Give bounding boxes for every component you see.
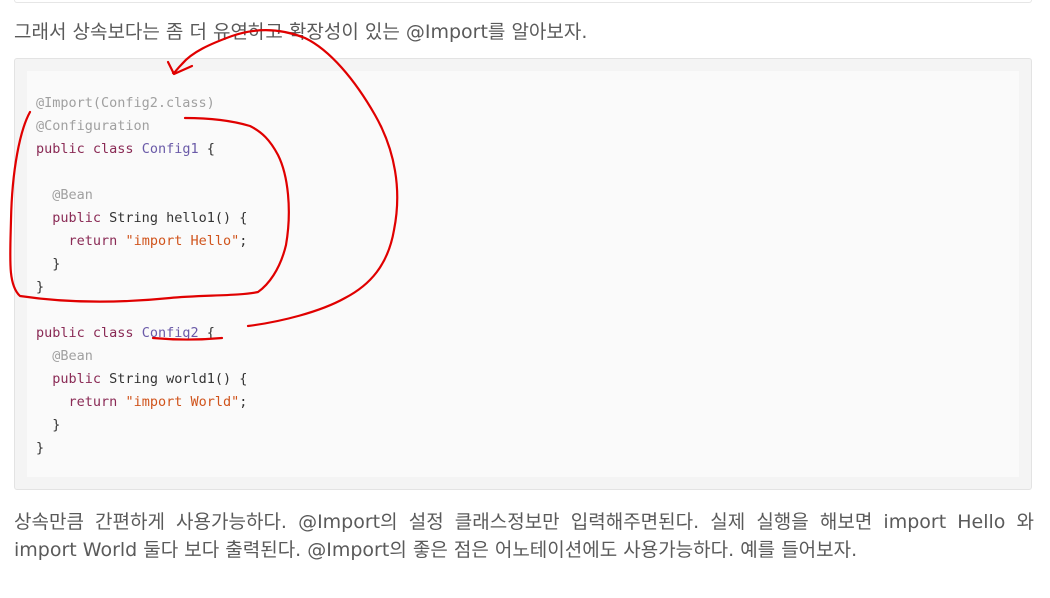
code-line-1: @Import(Config2.class) (36, 92, 247, 115)
bean-annotation: @Bean (52, 348, 93, 364)
outro-paragraph: 상속만큼 간편하게 사용가능하다. @Import의 설정 클래스정보만 입력해… (14, 511, 1034, 561)
code-block: @Import(Config2.class) @Configuration publ… (14, 58, 1032, 490)
code-punct: ; (239, 233, 248, 249)
keyword: return (68, 233, 118, 249)
bean-annotation: @Bean (52, 187, 93, 203)
code-punct: } (36, 440, 45, 456)
method-signature: String world1() { (101, 371, 248, 387)
keyword: public class (36, 141, 134, 157)
code-line-15: } (36, 414, 247, 437)
code-block-inner: @Import(Config2.class) @Configuration publ… (27, 71, 1019, 477)
keyword: return (68, 394, 118, 410)
method-signature: String hello1() { (101, 210, 248, 226)
import-annotation: @Import(Config2.class) (36, 95, 215, 111)
keyword: public (52, 371, 102, 387)
code-line-14: return "import World"; (36, 391, 248, 414)
code-line-13: public String world1() { (36, 368, 247, 391)
code-punct: } (36, 279, 45, 295)
code-punct: } (52, 256, 61, 272)
code-punct: { (198, 325, 215, 341)
code-text: @Import(Config2.class) @Configuration publ… (36, 92, 247, 460)
code-punct: { (198, 141, 215, 157)
code-line-8: } (36, 253, 247, 276)
code-line-3: public class Config1 { (36, 138, 247, 161)
code-line-9: } (36, 276, 247, 299)
code-line-2: @Configuration (36, 115, 247, 138)
code-line-16: } (36, 437, 247, 460)
keyword: public class (36, 325, 134, 341)
previous-block-edge (14, 0, 1032, 3)
code-punct: } (52, 417, 61, 433)
code-line-11: public class Config2 { (36, 322, 247, 345)
keyword: public (52, 210, 102, 226)
class-name-config2: Config2 (141, 325, 199, 341)
class-name-config1: Config1 (141, 141, 199, 157)
configuration-annotation: @Configuration (36, 118, 150, 134)
intro-paragraph: 그래서 상속보다는 좀 더 유연하고 확장성이 있는 @Import를 알아보자… (14, 21, 588, 43)
code-line-5: @Bean (36, 184, 247, 207)
code-punct: ; (239, 394, 248, 410)
string-literal: "import World" (125, 394, 240, 410)
code-line-6: public String hello1() { (36, 207, 247, 230)
string-literal: "import Hello" (125, 233, 240, 249)
code-line-12: @Bean (36, 345, 247, 368)
code-line-7: return "import Hello"; (36, 230, 248, 253)
